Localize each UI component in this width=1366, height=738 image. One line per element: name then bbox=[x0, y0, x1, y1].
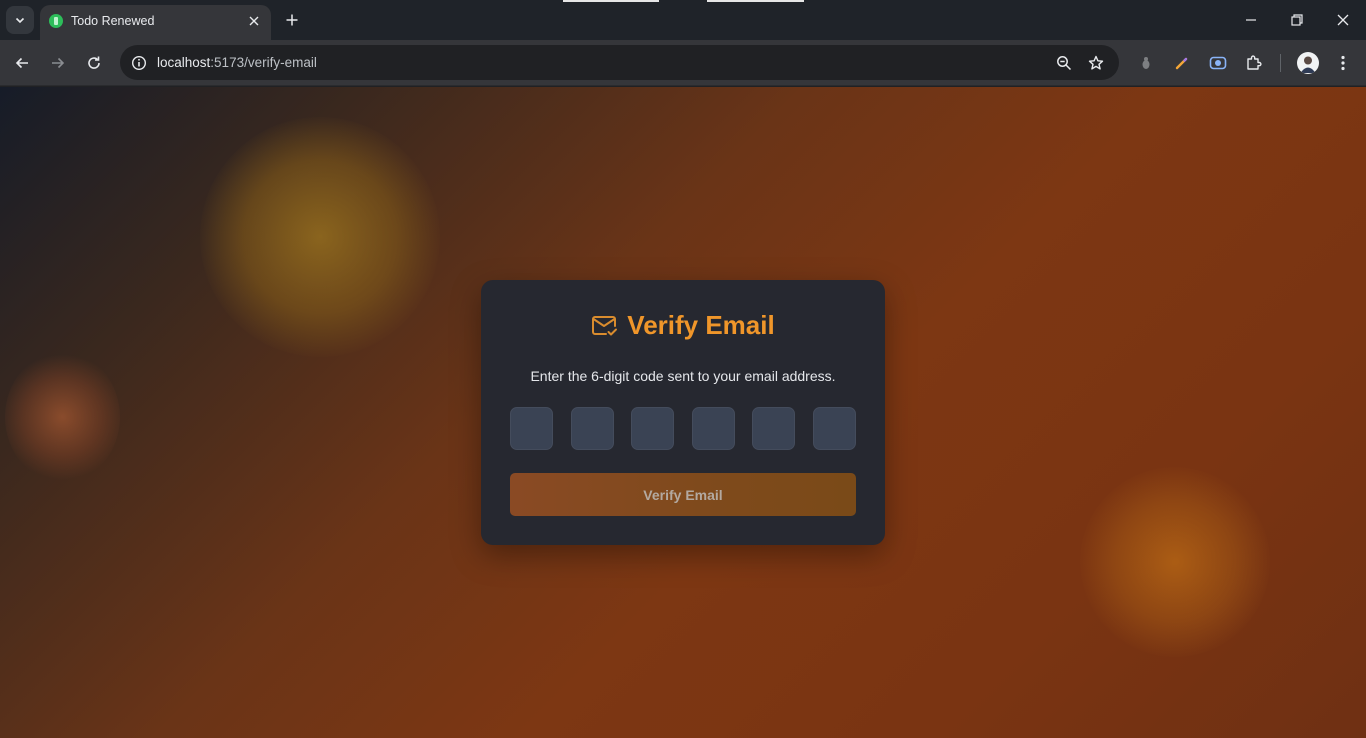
back-button[interactable] bbox=[9, 50, 35, 76]
plus-icon bbox=[286, 14, 298, 26]
background-glow bbox=[5, 352, 120, 482]
page-title: Verify Email bbox=[627, 310, 775, 340]
camera-icon bbox=[1209, 56, 1227, 70]
browser-menu-button[interactable] bbox=[1331, 51, 1355, 75]
new-tab-button[interactable] bbox=[281, 9, 303, 31]
window-edge-mark bbox=[707, 0, 804, 2]
code-digit-4[interactable] bbox=[692, 407, 735, 450]
profile-avatar[interactable] bbox=[1297, 52, 1319, 74]
zoom-icon bbox=[1057, 56, 1072, 71]
close-icon bbox=[249, 16, 259, 26]
tab-search-button[interactable] bbox=[6, 6, 34, 34]
chevron-down-icon bbox=[15, 17, 25, 24]
browser-tabstrip: Todo Renewed bbox=[0, 0, 1366, 40]
url-text: localhost:5173/verify-email bbox=[157, 55, 317, 70]
card-header: Verify Email bbox=[481, 310, 885, 341]
reload-button[interactable] bbox=[81, 50, 107, 76]
info-icon bbox=[131, 55, 147, 71]
extension-icon bbox=[1142, 57, 1150, 69]
window-close-button[interactable] bbox=[1320, 6, 1366, 34]
bookmark-star-icon bbox=[1088, 55, 1104, 70]
forward-button[interactable] bbox=[45, 50, 71, 76]
forward-icon bbox=[52, 57, 65, 69]
verify-email-button[interactable]: Verify Email bbox=[510, 473, 856, 516]
tab-close-button[interactable] bbox=[245, 12, 263, 30]
mail-check-icon bbox=[591, 314, 619, 338]
reload-icon bbox=[88, 56, 100, 69]
profile-avatar-icon bbox=[1300, 56, 1316, 73]
window-close-icon bbox=[1337, 14, 1349, 26]
minimize-button[interactable] bbox=[1228, 6, 1274, 34]
code-digit-6[interactable] bbox=[813, 407, 856, 450]
background-glow bbox=[200, 117, 440, 357]
background-glow bbox=[1080, 467, 1270, 657]
zoom-button[interactable] bbox=[1053, 52, 1075, 74]
restore-button[interactable] bbox=[1274, 6, 1320, 34]
url-path: :5173/verify-email bbox=[210, 55, 317, 70]
kebab-menu-icon bbox=[1341, 55, 1345, 71]
puzzle-icon bbox=[1247, 55, 1262, 70]
address-bar[interactable]: localhost:5173/verify-email bbox=[120, 45, 1119, 80]
toolbar-separator bbox=[1280, 54, 1281, 72]
code-digit-5[interactable] bbox=[752, 407, 795, 450]
instruction-text: Enter the 6-digit code sent to your emai… bbox=[530, 368, 836, 384]
camera-extension-button[interactable] bbox=[1206, 51, 1230, 75]
browser-toolbar: localhost:5173/verify-email bbox=[0, 40, 1366, 86]
pen-icon bbox=[1175, 57, 1188, 70]
code-digit-1[interactable] bbox=[510, 407, 553, 450]
code-digit-2[interactable] bbox=[571, 407, 614, 450]
url-host: localhost bbox=[157, 55, 211, 70]
window-edge-mark bbox=[563, 0, 659, 2]
pen-extension-button[interactable] bbox=[1170, 51, 1194, 75]
code-input-group bbox=[510, 407, 856, 450]
page-viewport: Verify Email Enter the 6-digit code sent… bbox=[0, 87, 1366, 738]
minimize-icon bbox=[1246, 19, 1256, 21]
extensions-menu-button[interactable] bbox=[1242, 51, 1266, 75]
extension-button[interactable] bbox=[1134, 51, 1158, 75]
tab-title: Todo Renewed bbox=[71, 14, 155, 28]
browser-tab-active[interactable]: Todo Renewed bbox=[40, 5, 271, 40]
restore-icon bbox=[1291, 14, 1303, 26]
bookmark-button[interactable] bbox=[1085, 52, 1107, 74]
site-info-button[interactable] bbox=[128, 52, 150, 74]
back-icon bbox=[15, 57, 28, 69]
code-digit-3[interactable] bbox=[631, 407, 674, 450]
app-favicon-icon bbox=[49, 14, 63, 28]
verify-email-card: Verify Email Enter the 6-digit code sent… bbox=[481, 280, 885, 545]
